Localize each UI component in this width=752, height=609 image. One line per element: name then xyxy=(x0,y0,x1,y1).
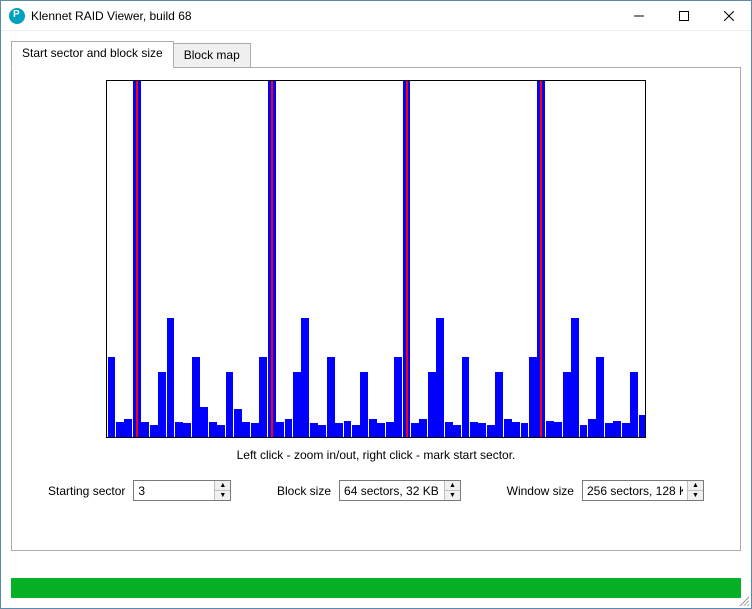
chart-bar xyxy=(613,421,621,437)
start-sector-marker xyxy=(136,81,138,437)
chart-bar xyxy=(344,421,352,437)
block-size-up[interactable]: ▲ xyxy=(445,481,460,491)
status-bar xyxy=(11,578,741,598)
block-size-down[interactable]: ▼ xyxy=(445,491,460,500)
chart-bar xyxy=(259,357,267,437)
resize-grip[interactable] xyxy=(737,594,749,606)
chart-bar xyxy=(116,422,124,437)
chart-bar xyxy=(310,423,318,437)
starting-sector-group: Starting sector ▲ ▼ xyxy=(48,480,231,501)
start-sector-marker xyxy=(406,81,408,437)
chart-bar xyxy=(293,372,301,437)
minimize-button[interactable] xyxy=(616,1,661,30)
controls-row: Starting sector ▲ ▼ Block size ▲ ▼ Windo… xyxy=(26,480,726,501)
tab-block-map[interactable]: Block map xyxy=(173,43,251,68)
chart-bar xyxy=(596,357,604,437)
chart-bar xyxy=(563,372,571,437)
chart-bar xyxy=(639,415,646,437)
chart-bar xyxy=(470,422,478,437)
chart-bar xyxy=(495,372,503,437)
chart-bar xyxy=(175,422,183,437)
chart-bar xyxy=(217,425,225,437)
starting-sector-up[interactable]: ▲ xyxy=(215,481,230,491)
chart-bar xyxy=(529,357,537,437)
chart-bar xyxy=(504,419,512,437)
chart-bar xyxy=(622,423,630,437)
chart-bar xyxy=(554,422,562,437)
chart-bar xyxy=(192,357,200,437)
tab-strip: Start sector and block size Block map xyxy=(1,31,751,68)
window-size-label: Window size xyxy=(507,484,574,498)
window-size-down[interactable]: ▼ xyxy=(688,491,703,500)
chart-bar xyxy=(512,422,520,437)
window-title: Klennet RAID Viewer, build 68 xyxy=(31,9,616,23)
chart-bar xyxy=(462,357,470,437)
chart-bar xyxy=(209,422,217,437)
chart-bar xyxy=(377,423,385,437)
tab-panel: Left click - zoom in/out, right click - … xyxy=(11,67,741,551)
chart-bar xyxy=(234,409,242,437)
block-size-input[interactable] xyxy=(340,481,444,500)
chart-bar xyxy=(335,423,343,437)
chart-bar xyxy=(124,419,132,437)
chart-bar xyxy=(411,423,419,437)
chart-bar xyxy=(167,318,175,437)
entropy-chart[interactable] xyxy=(106,80,646,438)
chart-bar xyxy=(386,422,394,437)
chart-bar xyxy=(436,318,444,437)
chart-bar xyxy=(301,318,309,437)
window-size-up[interactable]: ▲ xyxy=(688,481,703,491)
starting-sector-spinner[interactable]: ▲ ▼ xyxy=(133,480,231,501)
chart-bar xyxy=(360,372,368,437)
chart-bar xyxy=(630,372,638,437)
chart-bar xyxy=(285,419,293,437)
chart-bar xyxy=(580,425,588,437)
app-icon xyxy=(9,8,25,24)
chart-bar xyxy=(327,357,335,437)
starting-sector-input[interactable] xyxy=(134,481,214,500)
start-sector-marker xyxy=(540,81,542,437)
chart-bar xyxy=(242,422,250,437)
close-button[interactable] xyxy=(706,1,751,30)
chart-bar xyxy=(605,423,613,437)
block-size-label: Block size xyxy=(277,484,331,498)
window-size-spinner[interactable]: ▲ ▼ xyxy=(582,480,704,501)
chart-bar xyxy=(251,423,259,437)
tab-start-sector[interactable]: Start sector and block size xyxy=(11,41,174,68)
chart-bar xyxy=(318,425,326,437)
title-bar: Klennet RAID Viewer, build 68 xyxy=(1,1,751,31)
chart-bar xyxy=(226,372,234,437)
chart-bar xyxy=(200,407,208,437)
chart-bar xyxy=(487,425,495,437)
start-sector-marker xyxy=(271,81,273,437)
chart-bar xyxy=(394,357,402,437)
starting-sector-down[interactable]: ▼ xyxy=(215,491,230,500)
window-controls xyxy=(616,1,751,30)
chart-bar xyxy=(521,423,529,437)
chart-hint-text: Left click - zoom in/out, right click - … xyxy=(26,448,726,462)
chart-bar xyxy=(158,372,166,437)
chart-bar xyxy=(546,421,554,437)
chart-bar xyxy=(369,419,377,437)
window-size-input[interactable] xyxy=(583,481,687,500)
chart-bar xyxy=(141,422,149,437)
chart-bar xyxy=(419,419,427,437)
chart-bar xyxy=(588,419,596,437)
block-size-group: Block size ▲ ▼ xyxy=(277,480,461,501)
starting-sector-label: Starting sector xyxy=(48,484,125,498)
maximize-button[interactable] xyxy=(661,1,706,30)
window-size-group: Window size ▲ ▼ xyxy=(507,480,704,501)
chart-bar xyxy=(108,357,116,437)
chart-bar xyxy=(453,425,461,437)
chart-bar xyxy=(571,318,579,437)
chart-bar xyxy=(352,425,360,437)
chart-bar xyxy=(478,423,486,437)
chart-bar xyxy=(150,425,158,437)
chart-bar xyxy=(445,422,453,437)
chart-bar xyxy=(183,423,191,437)
block-size-spinner[interactable]: ▲ ▼ xyxy=(339,480,461,501)
chart-bar xyxy=(276,422,284,437)
chart-bar xyxy=(428,372,436,437)
